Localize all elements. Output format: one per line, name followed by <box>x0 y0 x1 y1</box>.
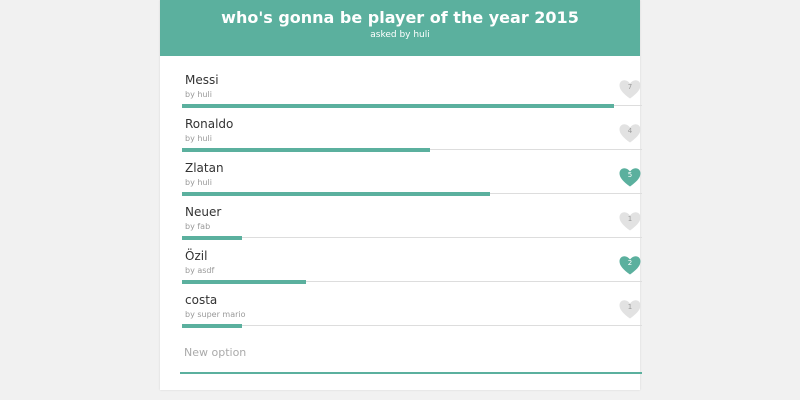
vote-count: 4 <box>627 127 633 135</box>
option-author: by huli <box>185 134 212 143</box>
like-button[interactable]: 2 <box>618 254 642 276</box>
option-divider <box>182 325 642 326</box>
option-name: Messi <box>185 73 219 87</box>
vote-share-bar <box>182 236 242 240</box>
vote-share-bar <box>182 280 306 284</box>
option-row: Messi by huli 7 <box>180 67 642 111</box>
poll-title: who's gonna be player of the year 2015 <box>221 8 579 27</box>
option-list: Messi by huli 7 Ronaldo by huli 4 Zlatan by hul… <box>180 67 642 331</box>
option-row: Ronaldo by huli 4 <box>180 111 642 155</box>
vote-count: 2 <box>627 259 633 267</box>
like-button[interactable]: 5 <box>618 166 642 188</box>
poll-header: who's gonna be player of the year 2015 a… <box>160 0 640 56</box>
vote-count: 7 <box>627 83 633 91</box>
new-option-input[interactable] <box>184 346 624 359</box>
option-row: costa by super mario 1 <box>180 287 642 331</box>
poll-card: who's gonna be player of the year 2015 a… <box>160 0 642 390</box>
vote-share-bar <box>182 104 614 108</box>
like-button[interactable]: 7 <box>618 78 642 100</box>
option-name: Neuer <box>185 205 222 219</box>
new-option-row <box>180 340 642 376</box>
vote-count: 1 <box>627 215 633 223</box>
like-button[interactable]: 4 <box>618 122 642 144</box>
vote-share-bar <box>182 148 430 152</box>
option-name: costa <box>185 293 218 307</box>
like-button[interactable]: 1 <box>618 210 642 232</box>
option-author: by huli <box>185 178 212 187</box>
vote-count: 5 <box>627 171 633 179</box>
vote-count: 1 <box>627 303 633 311</box>
option-divider <box>182 237 642 238</box>
option-row: Neuer by fab 1 <box>180 199 642 243</box>
option-author: by huli <box>185 90 212 99</box>
option-name: Özil <box>185 249 208 263</box>
new-option-underline <box>180 372 642 374</box>
poll-subtitle: asked by huli <box>370 30 430 40</box>
option-row: Özil by asdf 2 <box>180 243 642 287</box>
like-button[interactable]: 1 <box>618 298 642 320</box>
option-author: by fab <box>185 222 211 231</box>
option-name: Zlatan <box>185 161 224 175</box>
option-author: by super mario <box>185 310 246 319</box>
option-row: Zlatan by huli 5 <box>180 155 642 199</box>
vote-share-bar <box>182 324 242 328</box>
option-author: by asdf <box>185 266 215 275</box>
option-name: Ronaldo <box>185 117 234 131</box>
vote-share-bar <box>182 192 490 196</box>
